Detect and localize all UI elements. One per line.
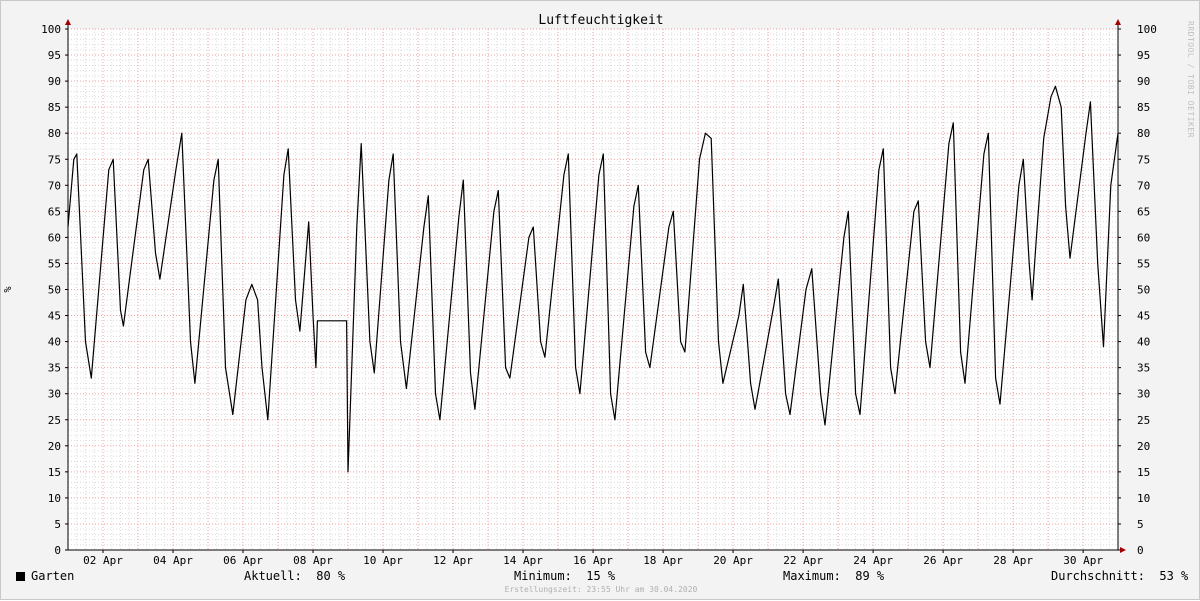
y-tick-label: 10	[1137, 492, 1150, 505]
y-tick-label: 40	[48, 336, 61, 349]
y-tick-label: 80	[1137, 127, 1150, 140]
legend-series: Garten	[16, 569, 74, 583]
legend-swatch	[16, 572, 25, 581]
y-axis-arrow-left-icon	[65, 19, 71, 25]
y-tick-label: 15	[1137, 466, 1150, 479]
y-tick-label: 95	[1137, 49, 1150, 62]
creation-time-footer: Erstellungszeit: 23:55 Uhr am 30.04.2020	[504, 585, 698, 594]
y-tick-label: 65	[1137, 205, 1150, 218]
y-tick-label: 85	[1137, 101, 1150, 114]
chart-title: Luftfeuchtigkeit	[538, 13, 663, 28]
x-tick-label: 14 Apr	[503, 554, 543, 567]
y-tick-label: 55	[1137, 257, 1150, 270]
x-tick-label: 02 Apr	[83, 554, 123, 567]
y-tick-label: 20	[1137, 440, 1150, 453]
y-tick-label: 30	[48, 388, 61, 401]
y-tick-label: 90	[1137, 75, 1150, 88]
y-tick-label: 80	[48, 127, 61, 140]
y-tick-label: 75	[1137, 153, 1150, 166]
y-tick-label: 90	[48, 75, 61, 88]
minimum-value: 15 %	[586, 569, 616, 583]
legend-minimum: Minimum: 15 %	[514, 569, 615, 583]
y-tick-label: 95	[48, 49, 61, 62]
y-tick-label: 75	[48, 153, 61, 166]
y-tick-label: 70	[48, 179, 61, 192]
y-axis-label-left: %	[3, 286, 14, 292]
y-tick-label: 20	[48, 440, 61, 453]
x-axis-arrow-icon	[1120, 547, 1126, 553]
x-tick-label: 08 Apr	[293, 554, 333, 567]
y-tick-label: 5	[1137, 518, 1144, 531]
y-tick-label: 25	[48, 414, 61, 427]
x-tick-label: 24 Apr	[853, 554, 893, 567]
y-tick-label: 60	[1137, 231, 1150, 244]
legend-current: Aktuell: 80 %	[244, 569, 345, 583]
y-tick-label: 50	[1137, 284, 1150, 297]
average-label: Durchschnitt:	[1051, 569, 1145, 583]
grid	[67, 28, 1118, 551]
x-tick-label: 04 Apr	[153, 554, 193, 567]
y-tick-label: 30	[1137, 388, 1150, 401]
x-tick-label: 18 Apr	[643, 554, 683, 567]
y-tick-label: 70	[1137, 179, 1150, 192]
x-tick-label: 10 Apr	[363, 554, 403, 567]
y-tick-label: 85	[48, 101, 61, 114]
x-tick-label: 28 Apr	[993, 554, 1033, 567]
x-tick-label: 06 Apr	[223, 554, 263, 567]
humidity-chart: 0 05 510 1015 1520 2025 2530 3035 3540 4045 4550 50…	[3, 13, 1157, 567]
y-tick-label: 100	[1137, 23, 1157, 36]
y-tick-label: 0	[1137, 544, 1144, 557]
maximum-value: 89 %	[855, 569, 885, 583]
current-label: Aktuell:	[244, 569, 302, 583]
x-tick-label: 22 Apr	[783, 554, 823, 567]
y-tick-label: 45	[1137, 310, 1150, 323]
y-tick-label: 35	[1137, 362, 1150, 375]
x-tick-label: 20 Apr	[713, 554, 753, 567]
rrdtool-watermark: RRDTOOL / TOBI OETIKER	[1186, 21, 1195, 138]
y-tick-label: 15	[48, 466, 61, 479]
y-tick-label: 5	[54, 518, 61, 531]
y-tick-label: 50	[48, 284, 61, 297]
y-tick-label: 100	[41, 23, 61, 36]
y-tick-label: 0	[54, 544, 61, 557]
y-tick-label: 35	[48, 362, 61, 375]
y-tick-label: 45	[48, 310, 61, 323]
x-tick-label: 12 Apr	[433, 554, 473, 567]
minimum-label: Minimum:	[514, 569, 572, 583]
y-tick-label: 40	[1137, 336, 1150, 349]
y-tick-label: 10	[48, 492, 61, 505]
current-value: 80 %	[316, 569, 346, 583]
legend-average: Durchschnitt: 53 %	[1051, 569, 1188, 583]
y-tick-label: 55	[48, 257, 61, 270]
y-tick-label: 65	[48, 205, 61, 218]
x-tick-label: 16 Apr	[573, 554, 613, 567]
x-tick-label: 30 Apr	[1063, 554, 1103, 567]
maximum-label: Maximum:	[783, 569, 841, 583]
chart-frame: 0 0 5 5 10 10 15 15 20 20 25 25 30 30 35 35 40 40 45 45 50 50…	[0, 0, 1200, 600]
legend-series-label: Garten	[31, 569, 75, 583]
average-value: 53 %	[1159, 569, 1189, 583]
legend-maximum: Maximum: 89 %	[783, 569, 884, 583]
y-tick-label: 60	[48, 231, 61, 244]
y-axis-arrow-right-icon	[1115, 19, 1121, 25]
x-tick-label: 26 Apr	[923, 554, 963, 567]
y-tick-label: 25	[1137, 414, 1150, 427]
